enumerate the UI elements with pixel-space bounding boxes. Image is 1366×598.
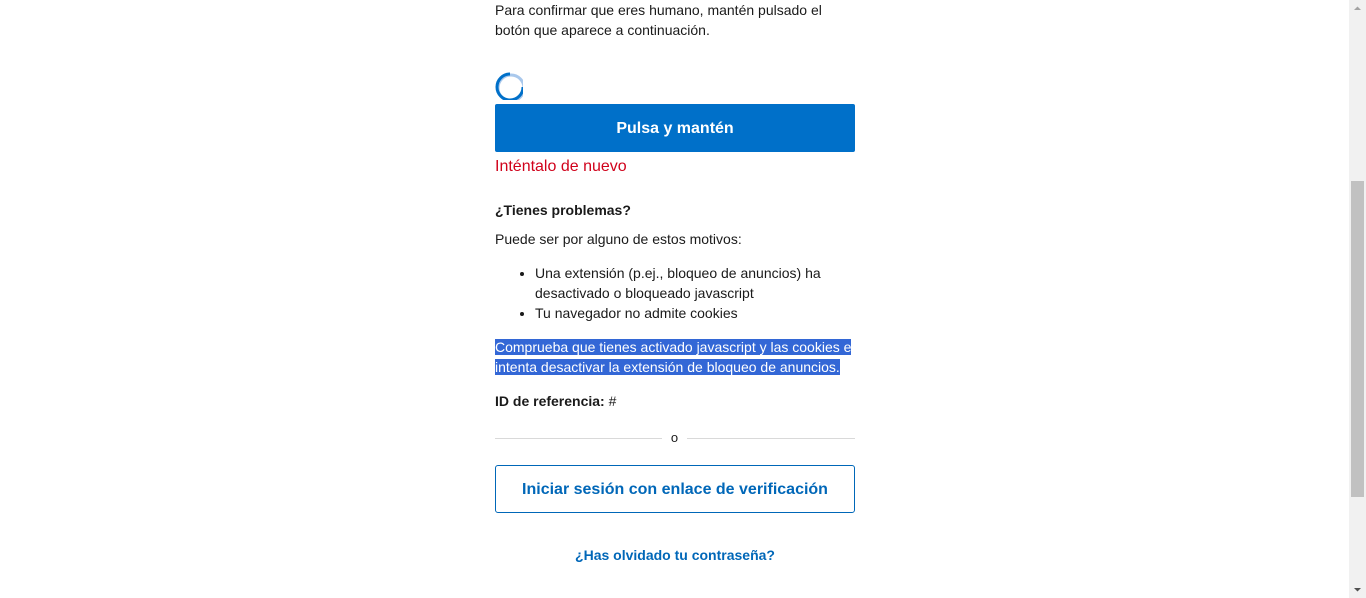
divider-line xyxy=(687,438,855,439)
page: Para confirmar que eres humano, mantén p… xyxy=(0,0,1366,598)
vertical-scrollbar[interactable] xyxy=(1349,0,1366,598)
arrow-up-icon[interactable] xyxy=(1349,0,1366,17)
forgot-password-link[interactable]: ¿Has olvidado tu contraseña? xyxy=(495,545,855,565)
verification-link-signin-button[interactable]: Iniciar sesión con enlace de verificació… xyxy=(495,465,855,513)
arrow-down-icon[interactable] xyxy=(1349,581,1366,598)
reasons-intro-text: Puede ser por alguno de estos motivos: xyxy=(495,231,742,247)
challenge-intro-text: Para confirmar que eres humano, mantén p… xyxy=(495,2,822,38)
divider-line xyxy=(495,438,662,439)
reference-id-value: # xyxy=(608,393,617,409)
press-and-hold-button[interactable]: Pulsa y mantén xyxy=(495,104,855,152)
selected-advice-text: Comprueba que tienes activado javascript… xyxy=(495,339,852,375)
loading-spinner-icon xyxy=(495,72,523,100)
problems-heading: ¿Tienes problemas? xyxy=(495,202,631,218)
list-item: Tu navegador no admite cookies xyxy=(535,303,855,323)
error-message: Inténtalo de nuevo xyxy=(495,158,627,175)
list-item: Una extensión (p.ej., bloqueo de anuncio… xyxy=(535,263,855,303)
reference-id-label: ID de referencia: xyxy=(495,393,605,409)
reasons-list: Una extensión (p.ej., bloqueo de anuncio… xyxy=(495,263,855,323)
advice-text: Comprueba que tienes activado javascript… xyxy=(495,337,855,377)
or-divider: o xyxy=(495,428,855,448)
divider-text: o xyxy=(670,430,679,445)
reference-id: ID de referencia: # xyxy=(495,391,616,411)
scrollbar-thumb[interactable] xyxy=(1351,181,1364,497)
